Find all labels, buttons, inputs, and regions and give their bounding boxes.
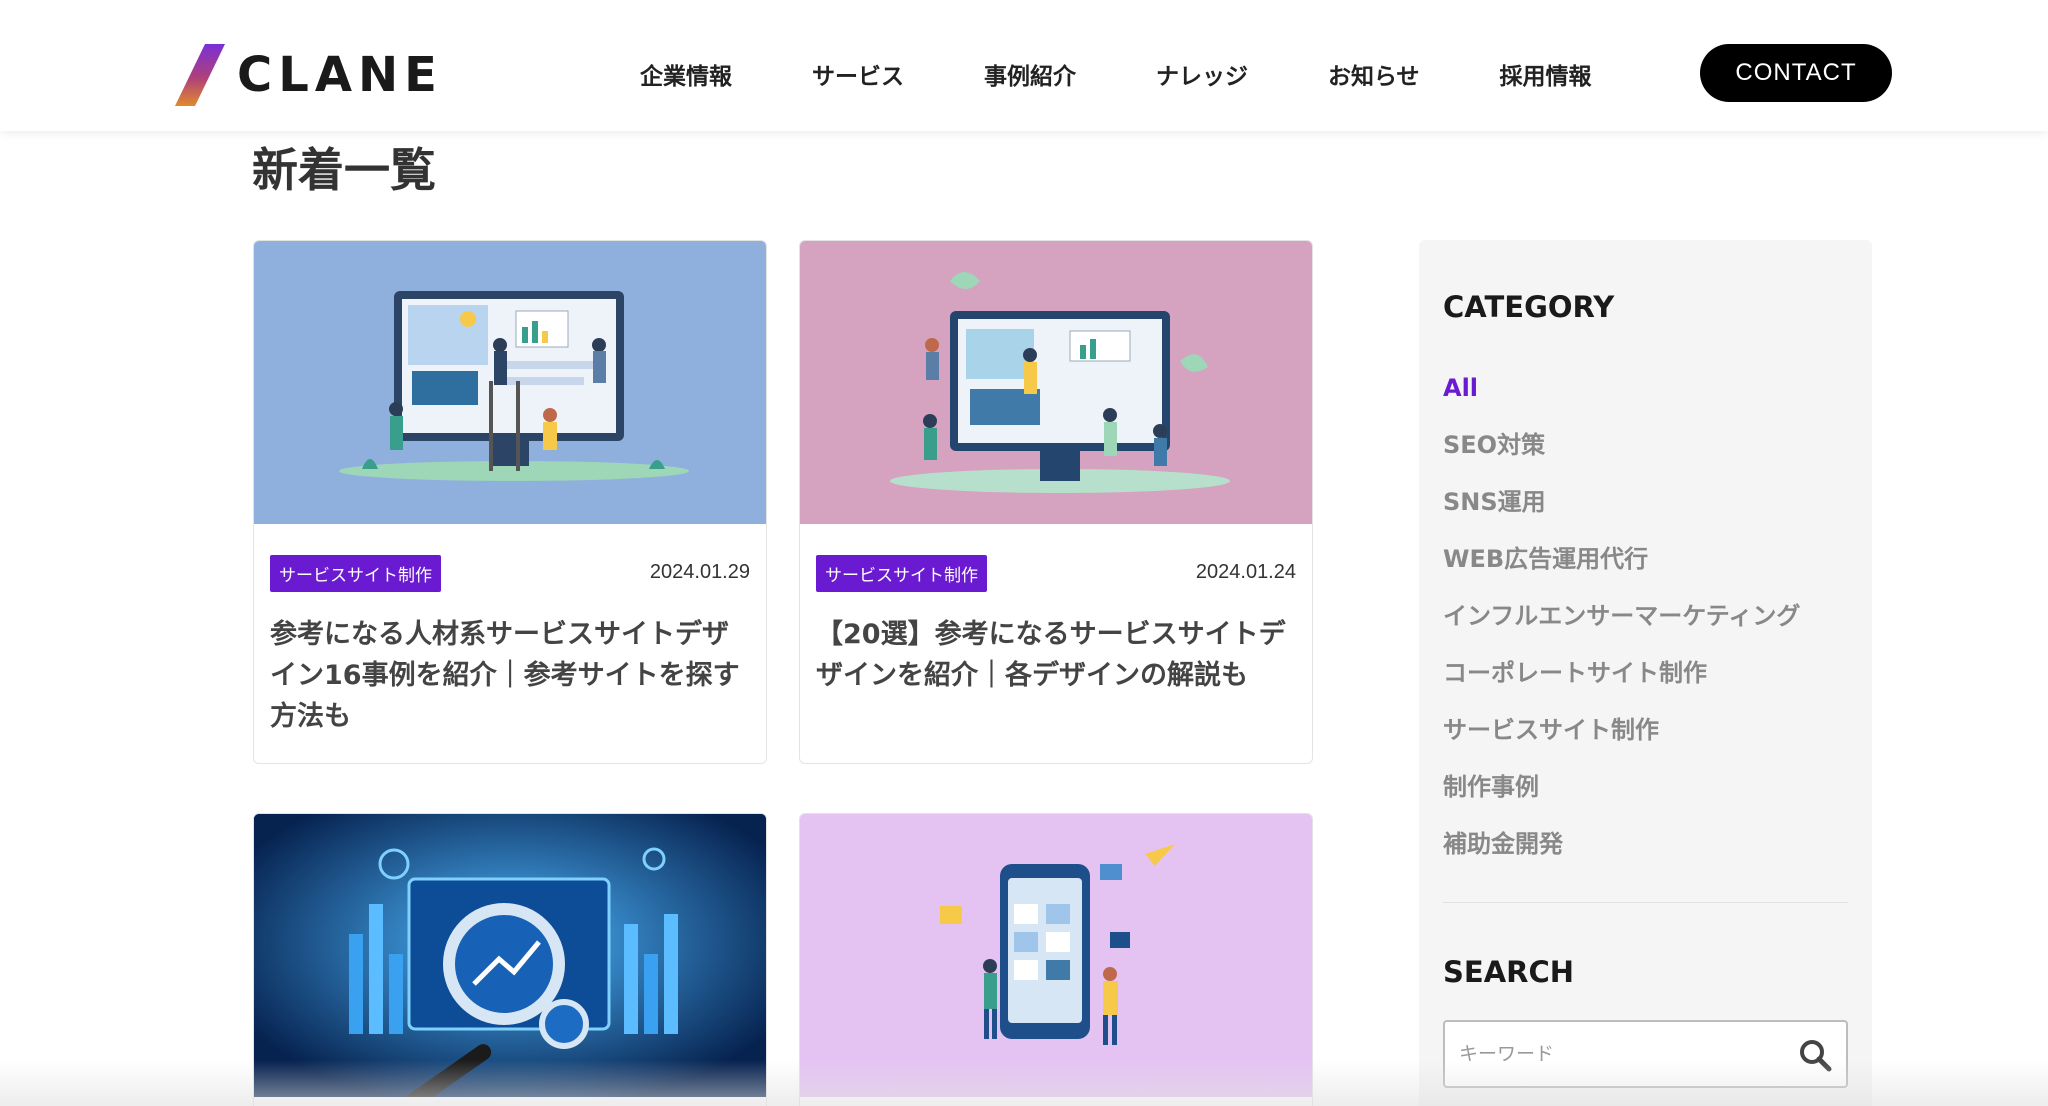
- category-item-sns[interactable]: SNS運用: [1443, 474, 1800, 531]
- category-item-seo[interactable]: SEO対策: [1443, 417, 1800, 474]
- article-thumbnail: [254, 814, 766, 1097]
- article-date: 2024.01.29: [649, 561, 750, 583]
- article-meta: サービスサイト制作 2024.01.24: [816, 555, 1296, 592]
- nav-item-service[interactable]: サービス: [812, 57, 904, 91]
- article-title[interactable]: 【20選】参考になるサービスサイトデザインを紹介｜各デザインの解説も: [816, 614, 1292, 696]
- main-nav: 企業情報 サービス 事例紹介 ナレッジ お知らせ 採用情報: [640, 44, 1672, 104]
- article-date: 2024.01.24: [1195, 561, 1296, 583]
- category-tag[interactable]: サービスサイト制作: [270, 555, 441, 592]
- nav-item-cases[interactable]: 事例紹介: [984, 57, 1076, 91]
- web-design-illustration: [339, 291, 689, 481]
- category-item-subsidy[interactable]: 補助金開発: [1443, 816, 1800, 873]
- logo[interactable]: CLANE: [175, 44, 443, 106]
- site-header: CLANE 企業情報 サービス 事例紹介 ナレッジ お知らせ 採用情報 CONT…: [0, 0, 2048, 131]
- contact-button[interactable]: CONTACT: [1700, 44, 1892, 102]
- category-item-influencer[interactable]: インフルエンサーマーケティング: [1443, 588, 1800, 645]
- category-heading: CATEGORY: [1443, 290, 1615, 324]
- search-heading: SEARCH: [1443, 955, 1575, 989]
- web-design-illustration: [890, 272, 1230, 493]
- mobile-app-illustration: [940, 844, 1175, 1045]
- category-list: All SEO対策 SNS運用 WEB広告運用代行 インフルエンサーマーケティン…: [1443, 360, 1800, 873]
- nav-item-knowledge[interactable]: ナレッジ: [1156, 57, 1248, 91]
- sidebar-divider: [1443, 902, 1848, 903]
- article-card[interactable]: サービスサイト制作 2024.01.29 参考になる人材系サービスサイトデザイン…: [253, 240, 767, 764]
- article-thumbnail: [254, 241, 766, 524]
- logo-text: CLANE: [237, 47, 443, 103]
- logo-mark-icon: [175, 44, 225, 106]
- sidebar: CATEGORY All SEO対策 SNS運用 WEB広告運用代行 インフルエ…: [1419, 240, 1872, 1106]
- category-item-works[interactable]: 制作事例: [1443, 759, 1800, 816]
- search-box: [1443, 1020, 1848, 1088]
- article-meta: サービスサイト制作 2024.01.29: [270, 555, 750, 592]
- category-item-all[interactable]: All: [1443, 360, 1800, 417]
- category-item-service-site[interactable]: サービスサイト制作: [1443, 702, 1800, 759]
- search-icon[interactable]: [1798, 1038, 1832, 1072]
- category-item-corporate-site[interactable]: コーポレートサイト制作: [1443, 645, 1800, 702]
- article-card[interactable]: [253, 813, 767, 1106]
- category-item-web-ads[interactable]: WEB広告運用代行: [1443, 531, 1800, 588]
- article-thumbnail: [800, 814, 1312, 1097]
- nav-item-recruit[interactable]: 採用情報: [1500, 57, 1592, 91]
- article-thumbnail: [800, 241, 1312, 524]
- nav-item-company[interactable]: 企業情報: [640, 57, 732, 91]
- analytics-magnifier-illustration: [254, 814, 766, 1097]
- nav-item-news[interactable]: お知らせ: [1328, 57, 1420, 91]
- page-title: 新着一覧: [252, 143, 436, 197]
- article-card[interactable]: サービスサイト制作 2024.01.24 【20選】参考になるサービスサイトデザ…: [799, 240, 1313, 764]
- search-input[interactable]: [1459, 1022, 1779, 1086]
- article-title[interactable]: 参考になる人材系サービスサイトデザイン16事例を紹介｜参考サイトを探す方法も: [270, 614, 746, 737]
- article-card[interactable]: [799, 813, 1313, 1106]
- category-tag[interactable]: サービスサイト制作: [816, 555, 987, 592]
